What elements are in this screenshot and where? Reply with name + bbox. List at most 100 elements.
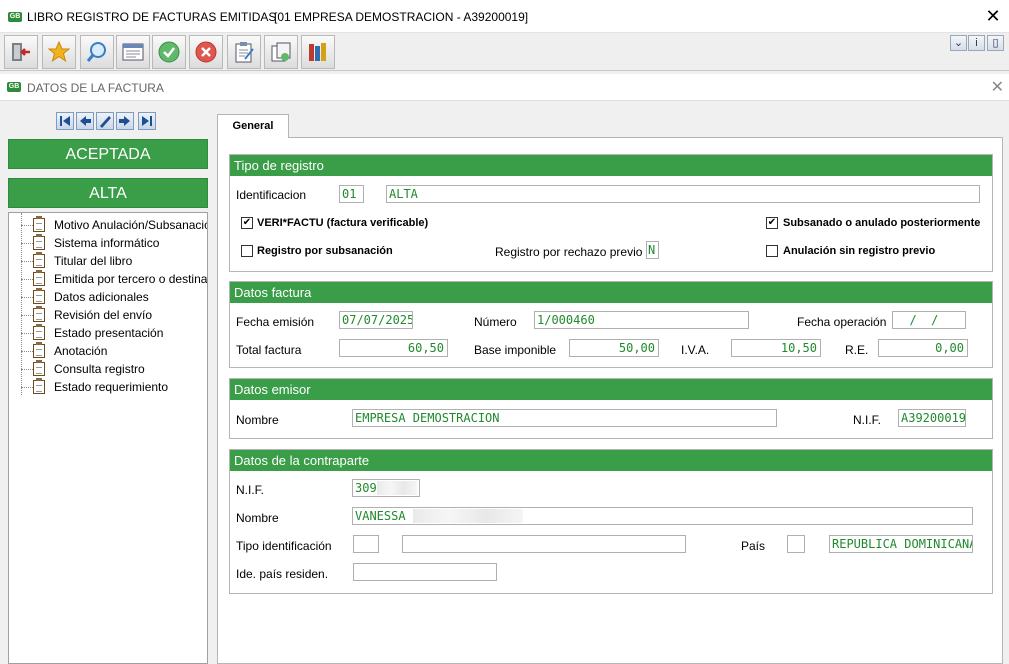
fecha-emision-input[interactable]: 07/07/2025	[339, 311, 413, 329]
accept-button[interactable]	[152, 35, 186, 69]
tree-item-emitida-tercero[interactable]: Emitida por tercero o destinatario	[9, 270, 207, 288]
contraparte-nif-value: 309	[355, 481, 377, 495]
clipboard-icon	[33, 270, 45, 286]
verifactu-checkbox[interactable]: ✔	[241, 217, 253, 229]
subwindow-close-icon[interactable]: ✕	[991, 77, 1004, 97]
info-icon[interactable]: i	[968, 35, 985, 51]
base-imponible-label: Base imponible	[474, 343, 557, 357]
exit-button[interactable]	[4, 35, 38, 69]
contraparte-nombre-value: VANESSA	[355, 509, 406, 523]
registro-subsanacion-checkbox[interactable]	[241, 245, 253, 257]
search-icon	[86, 42, 106, 62]
emisor-nombre-input[interactable]: EMPRESA DEMOSTRACION	[352, 409, 777, 427]
registro-subsanacion-label: Registro por subsanación	[257, 245, 393, 257]
tipo-identificacion-value-input[interactable]	[402, 535, 686, 553]
identificacion-value-input[interactable]: ALTA	[386, 185, 980, 203]
subwindow-logo: GB	[7, 82, 21, 92]
pais-value-input[interactable]: REPUBLICA DOMINICANA	[829, 535, 973, 553]
tree-item-motivo-anulacion[interactable]: Motivo Anulación/Subsanación	[9, 216, 207, 234]
rechazo-previo-input[interactable]: N	[646, 241, 659, 259]
contraparte-nif-label: N.I.F.	[236, 483, 265, 497]
numero-input[interactable]: 1/000460	[534, 311, 749, 329]
last-record-button[interactable]	[138, 112, 156, 130]
tab-general[interactable]: General	[217, 114, 289, 138]
documents-icon	[271, 42, 291, 62]
status-aceptada-badge: ACEPTADA	[8, 139, 208, 169]
tree-item-label: Datos adicionales	[54, 290, 149, 304]
subsanado-checkbox[interactable]: ✔	[766, 217, 778, 229]
form-view-button[interactable]	[116, 35, 150, 69]
total-factura-label: Total factura	[236, 343, 302, 357]
toolbar	[0, 33, 1009, 71]
tree-item-consulta-registro[interactable]: Consulta registro	[9, 360, 207, 378]
window-title: LIBRO REGISTRO DE FACTURAS EMITIDAS	[27, 10, 277, 24]
emisor-nombre-label: Nombre	[236, 413, 279, 427]
cancel-button[interactable]	[189, 35, 223, 69]
group-header: Tipo de registro	[230, 155, 992, 176]
accept-check-icon	[158, 41, 180, 63]
app-logo: GB	[8, 12, 22, 22]
group-header: Datos factura	[230, 282, 992, 303]
tipo-identificacion-code-input[interactable]	[353, 535, 379, 553]
tree-item-datos-adicionales[interactable]: Datos adicionales	[9, 288, 207, 306]
tree-item-anotacion[interactable]: Anotación	[9, 342, 207, 360]
cancel-icon	[195, 41, 217, 63]
ide-pais-input[interactable]	[353, 563, 497, 581]
notes-icon	[235, 42, 254, 63]
clipboard-icon	[33, 378, 45, 394]
iva-label: I.V.A.	[681, 343, 710, 357]
previous-record-icon	[80, 116, 91, 126]
next-record-icon	[119, 116, 130, 126]
pais-code-input[interactable]	[787, 535, 805, 553]
documents-button[interactable]	[264, 35, 298, 69]
tree-item-label: Sistema informático	[54, 236, 160, 250]
clipboard-icon	[33, 252, 45, 268]
contraparte-nombre-input[interactable]: VANESSA	[352, 507, 973, 525]
clipboard-icon	[33, 288, 45, 304]
subwindow-header: GB DATOS DE LA FACTURA ✕	[0, 74, 1009, 101]
window-close-icon[interactable]: ✕	[983, 5, 1003, 27]
scrollbar-icon[interactable]: ▯	[987, 35, 1004, 51]
notes-button[interactable]	[227, 35, 261, 69]
last-record-icon	[142, 116, 152, 126]
verifactu-label: VERI*FACTU (factura verificable)	[257, 217, 429, 229]
tree-item-titular-libro[interactable]: Titular del libro	[9, 252, 207, 270]
clipboard-icon	[33, 306, 45, 322]
tree-item-label: Estado requerimiento	[54, 380, 169, 394]
identificacion-code-input[interactable]: 01	[339, 185, 364, 203]
contraparte-nombre-label: Nombre	[236, 511, 279, 525]
search-button[interactable]	[80, 35, 114, 69]
base-imponible-input[interactable]: 50,00	[569, 339, 659, 357]
emisor-nif-input[interactable]: A39200019	[898, 409, 966, 427]
exit-icon	[12, 43, 30, 61]
books-icon	[309, 43, 326, 61]
previous-record-button[interactable]	[76, 112, 94, 130]
fecha-operacion-label: Fecha operación	[797, 315, 887, 329]
window-titlebar: GB LIBRO REGISTRO DE FACTURAS EMITIDAS […	[0, 0, 1009, 33]
tree-item-label: Anotación	[54, 344, 108, 358]
fecha-operacion-input[interactable]: / /	[892, 311, 966, 329]
redacted-blur	[377, 481, 417, 495]
tree-item-estado-requerimiento[interactable]: Estado requerimiento	[9, 378, 207, 396]
pencil-icon	[100, 116, 111, 128]
favorite-button[interactable]	[42, 35, 76, 69]
total-factura-input[interactable]: 60,50	[339, 339, 448, 357]
first-record-button[interactable]	[56, 112, 74, 130]
dropdown-icon[interactable]: ⌄	[950, 35, 967, 51]
re-input[interactable]: 0,00	[878, 339, 968, 357]
tree-item-label: Titular del libro	[54, 254, 133, 268]
tree-item-revision-envio[interactable]: Revisión del envío	[9, 306, 207, 324]
books-button[interactable]	[301, 35, 335, 69]
group-header: Datos emisor	[230, 379, 992, 400]
tree-item-label: Consulta registro	[54, 362, 145, 376]
redacted-blur	[413, 509, 523, 523]
edit-record-button[interactable]	[96, 112, 114, 130]
subsanado-label: Subsanado o anulado posteriormente	[783, 217, 981, 229]
contraparte-nif-input[interactable]: 309	[352, 479, 420, 497]
iva-input[interactable]: 10,50	[731, 339, 821, 357]
tree-item-estado-presentacion[interactable]: Estado presentación	[9, 324, 207, 342]
tree-item-sistema-informatico[interactable]: Sistema informático	[9, 234, 207, 252]
anulacion-checkbox[interactable]	[766, 245, 778, 257]
favorite-star-icon	[48, 41, 70, 63]
next-record-button[interactable]	[116, 112, 134, 130]
